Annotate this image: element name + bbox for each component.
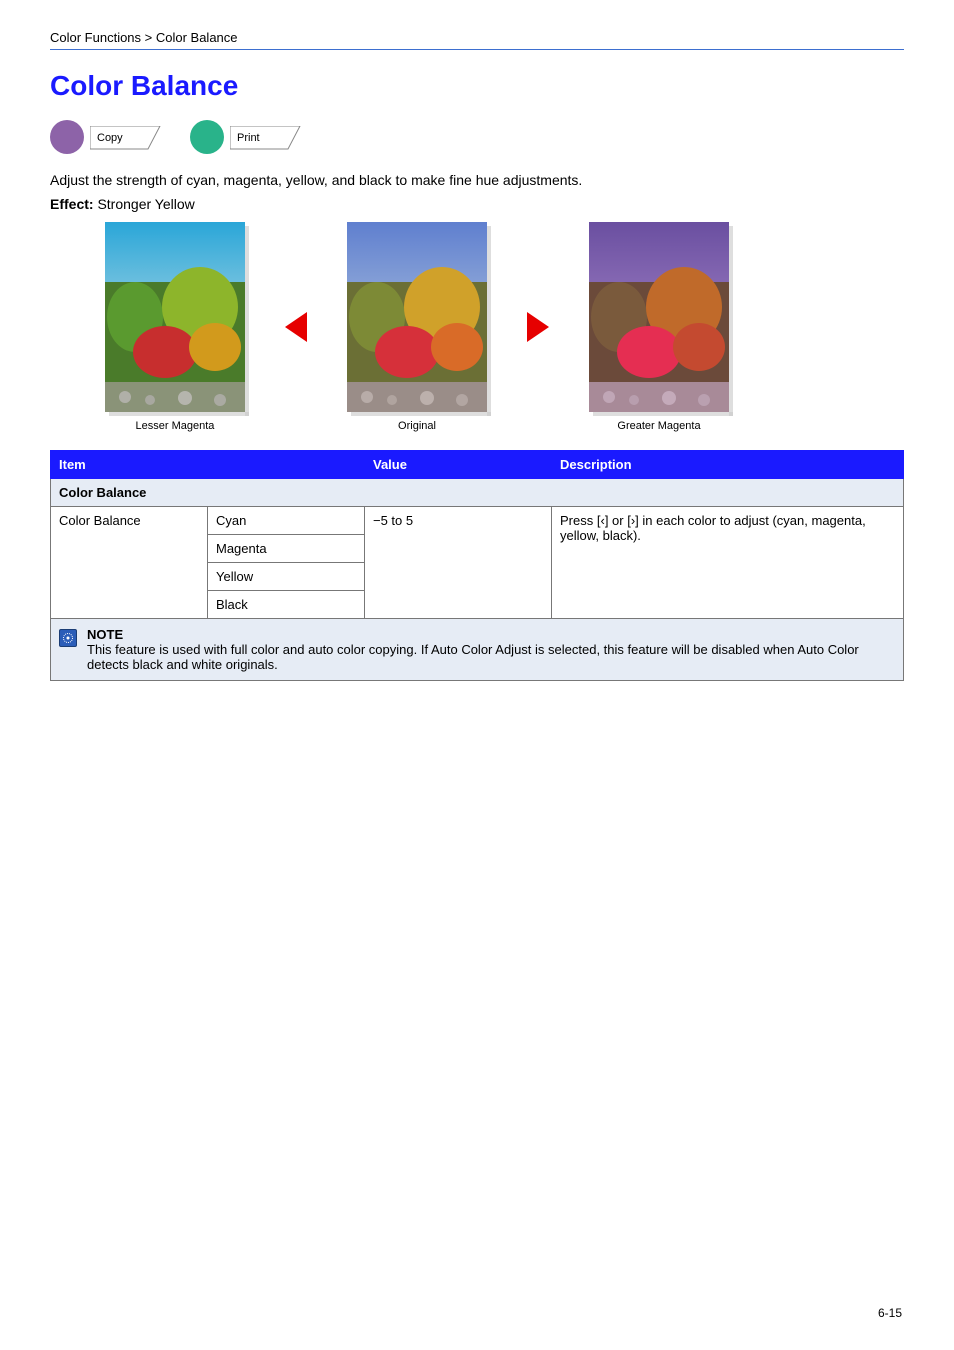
effect-text: Stronger Yellow xyxy=(97,196,194,212)
note-label: NOTE xyxy=(87,627,123,642)
desc-cell: Press [‹] or [›] in each color to adjust… xyxy=(552,507,904,619)
tag-print: Print xyxy=(230,126,300,148)
tag-label: Copy xyxy=(97,132,123,144)
caption-left: Lesser Magenta xyxy=(105,420,245,432)
page-number: 6-15 xyxy=(878,1306,902,1320)
breadcrumb: Color Functions > Color Balance xyxy=(50,30,904,45)
effect-line: Effect: Stronger Yellow xyxy=(50,196,904,212)
description: Adjust the strength of cyan, magenta, ye… xyxy=(50,172,904,188)
tag-copy: Copy xyxy=(90,126,160,148)
image-row: Lesser Magenta xyxy=(50,222,904,432)
page-title: Color Balance xyxy=(50,70,904,102)
tag-label: Print xyxy=(237,132,260,144)
note-box: NOTE This feature is used with full colo… xyxy=(50,619,904,681)
item-sub: Black xyxy=(208,591,365,619)
arrow-left-icon xyxy=(285,312,307,342)
item-sub: Cyan xyxy=(208,507,365,535)
header-value: Value xyxy=(365,451,552,479)
item-cell: Color Balance xyxy=(51,507,208,619)
dot-icon xyxy=(190,120,224,154)
arrow-right-icon xyxy=(527,312,549,342)
item-sub: Yellow xyxy=(208,563,365,591)
badge-row: Copy Print xyxy=(50,120,904,154)
caption-right: Greater Magenta xyxy=(589,420,729,432)
header-item: Item xyxy=(51,451,365,479)
note-text: This feature is used with full color and… xyxy=(87,642,859,672)
spec-table: Item Value Description Color Balance Col… xyxy=(50,450,904,619)
value-cell: −5 to 5 xyxy=(365,507,552,619)
caption-center: Original xyxy=(347,420,487,432)
item-sub: Magenta xyxy=(208,535,365,563)
header-desc: Description xyxy=(552,451,904,479)
badge-print: Print xyxy=(190,120,300,154)
image-right xyxy=(589,222,729,412)
divider xyxy=(50,49,904,50)
image-center xyxy=(347,222,487,412)
note-icon xyxy=(59,629,77,647)
badge-copy: Copy xyxy=(50,120,160,154)
dot-icon xyxy=(50,120,84,154)
note-content: NOTE This feature is used with full colo… xyxy=(87,627,895,672)
image-left xyxy=(105,222,245,412)
effect-label: Effect: xyxy=(50,196,97,212)
table-subhead: Color Balance xyxy=(51,479,904,507)
